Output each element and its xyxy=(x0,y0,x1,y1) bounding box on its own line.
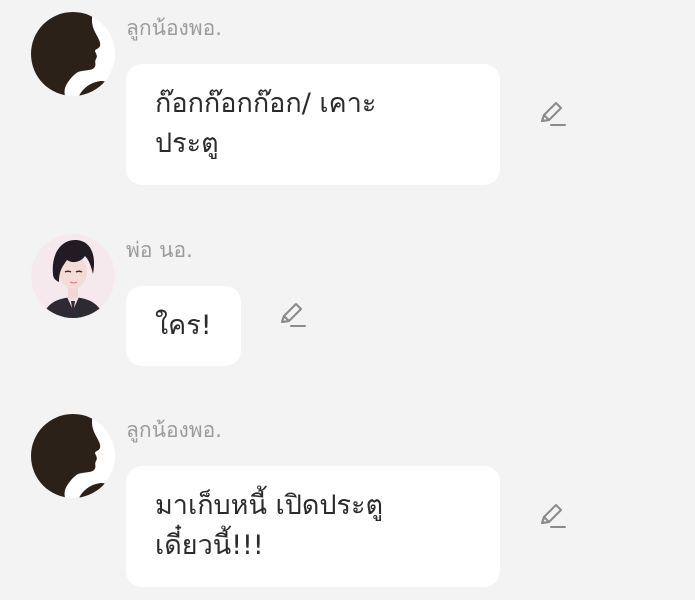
edit-pencil-icon xyxy=(541,102,566,126)
message-text-line: ก๊อกก๊อกก๊อก/ เคาะ xyxy=(155,88,377,119)
message-text-line: มาเก็บหนี้ เปิดประตู xyxy=(155,490,384,521)
sender-name: ลูกน้องพอ. xyxy=(126,418,222,442)
chat-message: ลูกน้องพอ. มาเก็บหนี้ เปิดประตู เดี๋ยวนี… xyxy=(0,414,695,590)
chat-message: ลูกน้องพอ. ก๊อกก๊อกก๊อก/ เคาะ ประตู xyxy=(0,12,695,187)
sender-avatar-silhouette[interactable] xyxy=(31,414,115,498)
edit-message-button[interactable] xyxy=(277,300,307,330)
edit-pencil-icon xyxy=(541,504,566,528)
edit-message-button[interactable] xyxy=(537,501,567,531)
sender-name: ลูกน้องพอ. xyxy=(126,16,222,40)
sender-avatar-silhouette[interactable] xyxy=(31,12,115,96)
sender-name: พ่อ นอ. xyxy=(126,238,193,262)
anime-character-avatar-icon xyxy=(31,234,115,318)
chat-message: พ่อ นอ. ใคร! xyxy=(0,234,695,369)
message-text-line: ประตู xyxy=(155,128,219,159)
message-bubble: มาเก็บหนี้ เปิดประตู เดี๋ยวนี้!!! xyxy=(126,466,500,587)
sender-avatar-character[interactable] xyxy=(31,234,115,318)
message-bubble: ก๊อกก๊อกก๊อก/ เคาะ ประตู xyxy=(126,64,500,185)
edit-message-button[interactable] xyxy=(537,99,567,129)
edit-pencil-icon xyxy=(281,303,306,327)
chat-thread: ลูกน้องพอ. ก๊อกก๊อกก๊อก/ เคาะ ประตู พ่อ … xyxy=(0,0,695,600)
silhouette-avatar-icon xyxy=(31,414,115,498)
message-bubble: ใคร! xyxy=(126,286,241,366)
silhouette-avatar-icon xyxy=(31,12,115,96)
message-text-line: ใคร! xyxy=(155,310,212,341)
message-text-line: เดี๋ยวนี้!!! xyxy=(155,530,264,561)
